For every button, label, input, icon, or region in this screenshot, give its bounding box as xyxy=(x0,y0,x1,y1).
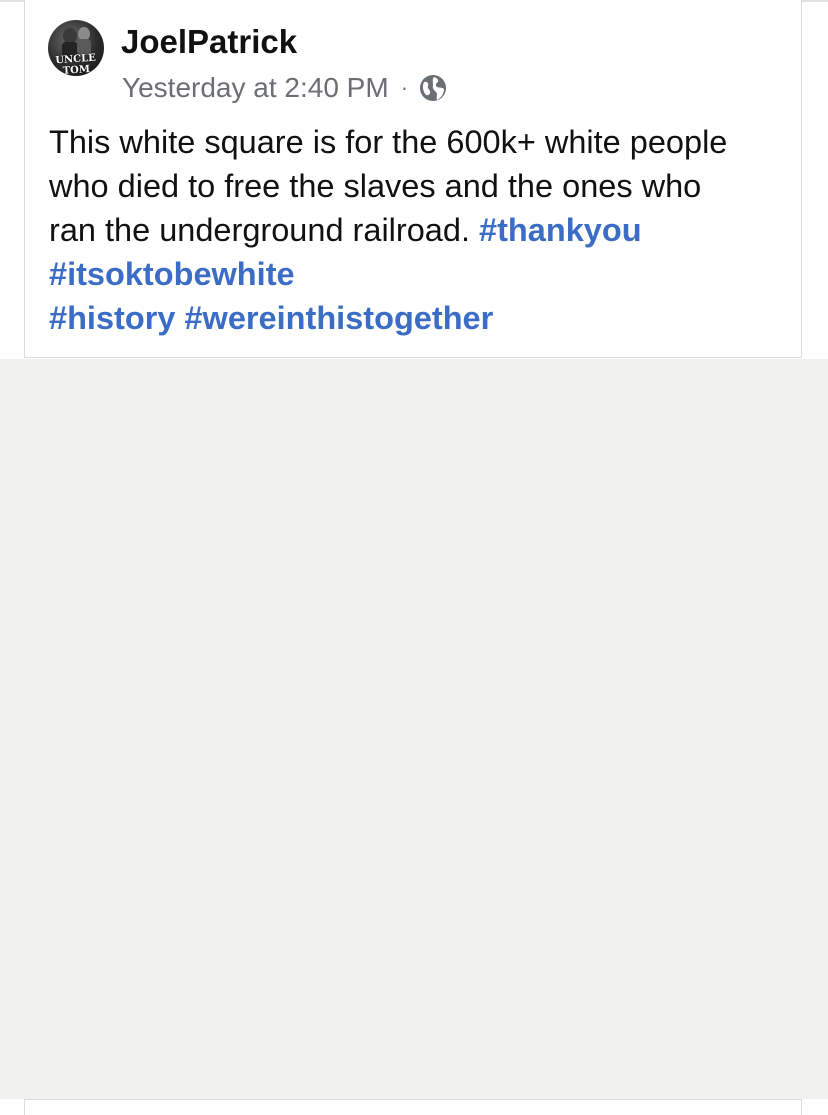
post-body: This white square is for the 600k+ white… xyxy=(49,120,789,340)
hashtag-link[interactable]: #thankyou xyxy=(479,212,642,248)
post-text-line: who died to free the slaves and the ones… xyxy=(49,168,702,204)
page: UNCLE TOM JoelPatrick Yesterday at 2:40 … xyxy=(0,0,828,1115)
globe-icon[interactable] xyxy=(418,73,448,103)
hashtag-link[interactable]: #wereinthistogether xyxy=(184,300,493,336)
avatar[interactable]: UNCLE TOM xyxy=(48,20,104,76)
post-timestamp[interactable]: Yesterday at 2:40 PM xyxy=(122,72,389,104)
meta-separator: · xyxy=(400,75,409,100)
post-text-line: #history #wereinthistogether xyxy=(49,296,789,340)
post-text-line: #itsoktobewhite xyxy=(49,252,789,296)
author-name[interactable]: JoelPatrick xyxy=(121,22,297,62)
blank-image-area xyxy=(0,359,828,1099)
post-meta: Yesterday at 2:40 PM · xyxy=(122,70,448,106)
post-text-fragment: ran the underground railroad. xyxy=(49,212,480,248)
next-post-card xyxy=(24,1099,802,1115)
hashtag-link[interactable]: #itsoktobewhite xyxy=(49,256,295,292)
post-card: UNCLE TOM JoelPatrick Yesterday at 2:40 … xyxy=(24,0,802,358)
post-text-line: ran the underground railroad. #thankyou xyxy=(49,208,789,252)
avatar-caption: UNCLE TOM xyxy=(55,52,97,76)
hashtag-link[interactable]: #history xyxy=(49,300,175,336)
post-text-line: This white square is for the 600k+ white… xyxy=(49,124,728,160)
